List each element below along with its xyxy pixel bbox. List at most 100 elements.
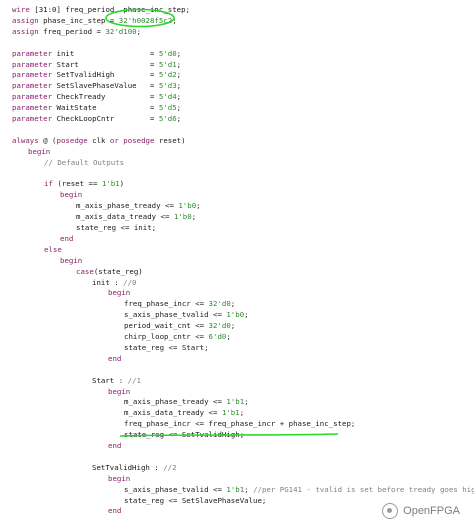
code-keyword: assign — [12, 15, 39, 25]
code-text: freq_phase_incr <= freq_phase_incr + pha… — [124, 419, 356, 429]
code-keyword: end — [108, 353, 122, 363]
code-line: parameter CheckLoopCntr = 5'd6; — [12, 114, 181, 124]
code-line: s_axis_phase_tvalid <= 1'b0; — [124, 310, 249, 320]
code-text: ; — [176, 70, 182, 80]
code-keyword: or — [109, 135, 119, 145]
code-line: parameter WaitState = 5'd5; — [12, 103, 181, 113]
code-text: freq_period = — [38, 26, 106, 36]
code-line: else — [44, 245, 62, 255]
code-line: end — [60, 234, 73, 244]
code-line: end — [108, 354, 121, 364]
code-line: freq_phase_incr <= 32'd0; — [124, 299, 235, 309]
code-text: ; — [172, 15, 177, 25]
code-number: 5'd5 — [158, 103, 177, 113]
code-keyword: parameter — [12, 92, 53, 102]
code-comment: //per PG141 - tvalid is set before tread… — [253, 484, 474, 494]
code-text: init : — [92, 277, 124, 287]
code-keyword: begin — [60, 190, 83, 200]
code-keyword: always — [12, 135, 39, 145]
code-line: always @ (posedge clk or posedge reset) — [12, 136, 186, 146]
code-number: 32'd100 — [105, 26, 137, 36]
code-line: assign phase_inc_step = 32'h0028f5c2; — [12, 16, 177, 26]
code-number: 5'd6 — [158, 114, 177, 123]
code-line: state_reg <= Start; — [124, 343, 209, 353]
code-comment: //0 — [123, 277, 137, 287]
watermark: OpenFPGA — [382, 502, 460, 520]
code-text: ; — [176, 92, 182, 102]
code-text: clk — [87, 135, 110, 145]
code-text: s_axis_phase_tvalid <= — [124, 484, 227, 494]
code-keyword: begin — [108, 386, 131, 396]
code-number: 1'b1 — [226, 397, 245, 407]
code-text: reset) — [154, 135, 186, 145]
code-text: ; — [191, 212, 197, 222]
code-number: 5'd4 — [158, 92, 177, 102]
code-keyword: begin — [108, 473, 131, 483]
code-keyword: parameter — [12, 48, 53, 58]
code-text: CheckLoopCntr = — [52, 114, 159, 123]
code-text: WaitState = — [52, 103, 159, 113]
code-text: Start : — [92, 375, 128, 385]
code-number: 5'd3 — [158, 81, 177, 91]
code-text: m_axis_phase_tready <= — [76, 201, 179, 211]
code-line: wire [31:0] freq_period, phase_inc_step; — [12, 5, 190, 15]
code-line: m_axis_data_tready <= 1'b1; — [124, 408, 244, 418]
code-line: assign freq_period = 32'd100; — [12, 27, 141, 37]
code-line: parameter SetTvalidHigh = 5'd2; — [12, 70, 181, 80]
code-text: (reset == — [52, 179, 102, 189]
code-text: ; — [244, 310, 249, 320]
code-keyword: else — [44, 244, 62, 254]
code-comment: // Default Outputs — [44, 157, 125, 167]
code-keyword: begin — [28, 146, 51, 156]
code-keyword: end — [60, 233, 74, 243]
code-text: @ ( — [38, 135, 57, 145]
code-number: 32'd0 — [208, 321, 231, 331]
code-line: freq_phase_incr <= freq_phase_incr + pha… — [124, 419, 355, 429]
code-line: Start : //1 — [92, 376, 141, 386]
code-keyword: parameter — [12, 59, 53, 69]
code-text: m_axis_data_tready <= — [76, 212, 174, 222]
code-keyword: assign — [12, 26, 39, 36]
code-number: 5'd2 — [158, 70, 177, 80]
code-text: SetTvalidHigh = — [52, 70, 159, 80]
code-keyword: begin — [108, 288, 131, 298]
code-line: m_axis_data_tready <= 1'b0; — [76, 212, 196, 222]
code-keyword: wire — [12, 5, 30, 14]
code-keyword: parameter — [12, 81, 53, 91]
code-comment: //1 — [127, 375, 141, 385]
code-keyword: posedge — [56, 135, 88, 145]
code-line: period_wait_cnt <= 32'd0; — [124, 321, 235, 331]
code-line: parameter Start = 5'd1; — [12, 60, 181, 70]
code-line: state_reg <= SetSlavePhaseValue; — [124, 496, 266, 506]
code-line: end — [108, 441, 121, 451]
code-keyword: parameter — [12, 70, 53, 80]
code-text: ; — [230, 299, 236, 309]
code-number: 1'b1 — [226, 484, 245, 494]
code-number: 1'b0 — [173, 212, 192, 222]
code-line: parameter CheckTready = 5'd4; — [12, 92, 181, 102]
code-line: begin — [60, 256, 82, 266]
code-line: begin — [60, 190, 82, 200]
code-text: phase_inc_step = — [38, 15, 119, 25]
code-number: 1'b1 — [101, 179, 120, 189]
code-text: ; — [136, 26, 142, 36]
code-text: ; — [244, 397, 249, 407]
code-text: [31:0] freq_period, phase_inc_step; — [29, 5, 190, 14]
watermark-text: OpenFPGA — [403, 505, 460, 517]
code-line: case(state_reg) — [76, 267, 143, 277]
code-comment: //2 — [163, 462, 177, 472]
code-text: SetTvalidHigh : — [92, 462, 164, 472]
code-line: m_axis_phase_tready <= 1'b1; — [124, 397, 249, 407]
code-text: init = — [52, 48, 159, 58]
code-line: init : //0 — [92, 278, 137, 288]
code-text: ; — [176, 59, 182, 69]
code-editor: wire [31:0] freq_period, phase_inc_step;… — [0, 0, 474, 530]
code-text: ; — [244, 484, 254, 494]
code-keyword: end — [108, 506, 122, 516]
code-line: begin — [108, 474, 130, 484]
code-text: ; — [176, 103, 182, 113]
code-number: 1'b0 — [178, 201, 197, 211]
code-number: 32'h0028f5c2 — [118, 15, 173, 25]
code-text: Start = — [52, 59, 159, 69]
code-number: 6'd0 — [208, 332, 227, 341]
